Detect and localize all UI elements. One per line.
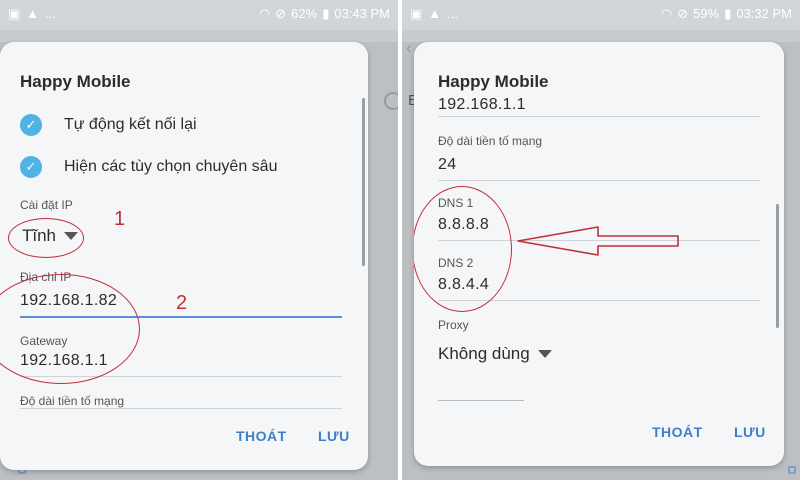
annotation-number-1: 1 [114, 208, 126, 230]
cancel-button[interactable]: THOÁT [652, 424, 703, 440]
background-icon [788, 466, 796, 474]
save-button[interactable]: LƯU [318, 428, 350, 444]
dialog-title: Happy Mobile [438, 72, 549, 91]
warning-icon: ▲ [26, 6, 40, 21]
status-dots: ... [447, 6, 459, 21]
left-screenshot: ▣ ▲ ... ◠ ⊘ 62% ▮ 03:43 PM Happy Mobile … [0, 0, 398, 480]
prefix-length-label: Độ dài tiền tố mạng [20, 394, 125, 408]
proxy-dropdown[interactable]: Không dùng [438, 344, 552, 364]
annotation-number-2: 2 [176, 292, 188, 314]
status-time: 03:32 PM [736, 6, 792, 21]
check-icon: ✓ [20, 156, 42, 178]
cancel-button[interactable]: THOÁT [236, 428, 287, 444]
advanced-options-label: Hiện các tùy chọn chuyên sâu [64, 158, 278, 175]
status-time: 03:43 PM [334, 6, 390, 21]
check-icon: ✓ [20, 114, 42, 136]
battery-percent: 59% [693, 6, 720, 21]
image-icon: ▣ [8, 6, 21, 21]
status-bar: ▣ ▲ ... ◠ ⊘ 62% ▮ 03:43 PM [0, 0, 398, 30]
do-not-disturb-icon: ⊘ [677, 6, 689, 21]
wifi-icon: ◠ [258, 6, 271, 21]
partial-ip-value: 192.168.1.1 [438, 96, 526, 113]
prefix-underline [438, 180, 760, 181]
chevron-down-icon [537, 350, 552, 358]
proxy-label: Proxy [438, 318, 469, 332]
annotation-arrow-icon [517, 226, 679, 256]
background-radio [384, 92, 398, 110]
prefix-underline [20, 408, 342, 409]
save-button[interactable]: LƯU [734, 424, 766, 440]
battery-percent: 62% [291, 6, 318, 21]
status-bar: ▣ ▲ ... ◠ ⊘ 59% ▮ 03:32 PM [402, 0, 800, 30]
image-icon: ▣ [410, 6, 423, 21]
annotation-circle-dns [414, 186, 512, 312]
dialog-scrollbar[interactable] [776, 204, 779, 328]
battery-icon: ▮ [322, 6, 330, 21]
wifi-config-dialog: Happy Mobile 192.168.1.1 Độ dài tiền tố … [414, 42, 784, 466]
annotation-circle-ip-gateway [0, 274, 140, 384]
warning-icon: ▲ [428, 6, 442, 21]
partial-underline [438, 116, 760, 117]
auto-reconnect-label: Tự động kết nối lại [64, 116, 197, 133]
status-dots: ... [45, 6, 57, 21]
back-arrow-icon[interactable]: ‹ [406, 38, 412, 59]
proxy-value: Không dùng [438, 344, 530, 363]
dialog-scrollbar[interactable] [362, 98, 365, 266]
prefix-length-label: Độ dài tiền tố mạng [438, 134, 543, 148]
annotation-circle-ip-settings [8, 218, 84, 258]
dialog-title: Happy Mobile [20, 72, 131, 91]
wifi-config-dialog: Happy Mobile ✓ Tự động kết nối lại ✓ Hiệ… [0, 42, 368, 470]
advanced-options-checkbox[interactable]: ✓ Hiện các tùy chọn chuyên sâu [20, 156, 277, 178]
cut-off-label-hint [438, 400, 524, 401]
prefix-length-input[interactable]: 24 [438, 156, 456, 174]
do-not-disturb-icon: ⊘ [275, 6, 287, 21]
ip-settings-label: Cài đặt IP [20, 198, 73, 212]
auto-reconnect-checkbox[interactable]: ✓ Tự động kết nối lại [20, 114, 197, 136]
battery-icon: ▮ [724, 6, 732, 21]
wifi-icon: ◠ [660, 6, 673, 21]
right-screenshot: ▣ ▲ ... ◠ ⊘ 59% ▮ 03:32 PM ‹ E Happy Mob… [402, 0, 800, 480]
